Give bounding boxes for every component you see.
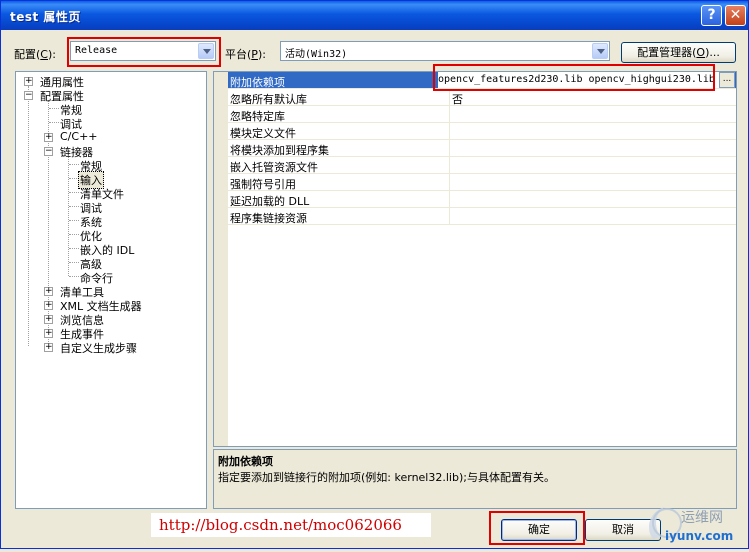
property-value[interactable]: 否 [452, 91, 463, 107]
tree-item-custom-build[interactable]: 自定义生成步骤 [60, 340, 137, 356]
tree-line [69, 276, 79, 277]
property-name: 附加依赖项 [230, 76, 285, 89]
tree-line [69, 192, 79, 193]
description-text: 指定要添加到链接行的附加项(例如: kernel32.lib);与具体配置有关。 [218, 471, 555, 484]
logo-text-cn: 运维网 [681, 510, 723, 526]
logo-text-domain: iyunv.com [665, 529, 734, 543]
expand-plus-icon[interactable]: + [44, 287, 53, 296]
tree-line [69, 262, 79, 263]
collapse-minus-icon[interactable]: − [24, 91, 33, 100]
tree-line [28, 86, 29, 346]
property-name: 强制符号引用 [230, 178, 296, 191]
platform-label: 平台(P): [225, 48, 266, 61]
tree-line [68, 156, 69, 276]
grid-row[interactable]: 忽略特定库 [228, 106, 736, 123]
property-name: 模块定义文件 [230, 127, 296, 140]
grid-row[interactable]: 程序集链接资源 [228, 208, 736, 225]
config-label: 配置(C): [14, 48, 56, 61]
expand-plus-icon[interactable]: + [44, 301, 53, 310]
chevron-down-icon[interactable] [198, 43, 214, 59]
property-name: 忽略特定库 [230, 110, 285, 123]
grid-row[interactable]: 模块定义文件 [228, 123, 736, 140]
window-title: test 属性页 [10, 10, 81, 24]
tree-line [49, 108, 59, 109]
grid-gutter [214, 72, 228, 446]
help-button[interactable]: ? [701, 5, 722, 26]
additional-dependencies-input[interactable]: opencv_features2d230.lib opencv_highgui2… [438, 72, 719, 88]
title-bar[interactable]: test 属性页 ? ✕ [1, 1, 748, 30]
platform-value: 活动(Win32) [285, 49, 348, 60]
grid-row[interactable]: 强制符号引用 [228, 174, 736, 191]
close-button[interactable]: ✕ [725, 5, 746, 26]
property-name: 忽略所有默认库 [230, 93, 307, 106]
tree-line [69, 206, 79, 207]
config-manager-button[interactable]: 配置管理器(O)... [621, 42, 736, 63]
grid-row[interactable]: 延迟加载的 DLL [228, 191, 736, 208]
grid-row[interactable]: 将模块添加到程序集 [228, 140, 736, 157]
tree-line [69, 164, 79, 165]
tree-line [49, 122, 59, 123]
config-combobox[interactable]: Release [70, 41, 216, 61]
property-pages-dialog: test 属性页 ? ✕ 配置(C): Release 平台(P): 活动(Wi… [0, 0, 749, 549]
ok-button[interactable]: 确定 [501, 519, 577, 541]
tree-line [69, 220, 79, 221]
watermark-url: http://blog.csdn.net/moc062066 [151, 513, 431, 537]
tree-item-cpp[interactable]: C/C++ [60, 130, 98, 143]
ellipsis-button[interactable]: ... [719, 72, 735, 88]
grid-row[interactable]: 忽略所有默认库 否 [228, 89, 736, 106]
chevron-down-icon[interactable] [592, 43, 608, 59]
property-name: 程序集链接资源 [230, 212, 307, 225]
config-value: Release [75, 45, 118, 56]
property-tree[interactable]: + 通用属性 − 配置属性 常规 调试 + C/C++ − 链接器 常规 输入 … [15, 71, 207, 509]
expand-plus-icon[interactable]: + [44, 133, 53, 142]
expand-plus-icon[interactable]: + [44, 343, 53, 352]
property-name: 将模块添加到程序集 [230, 144, 329, 157]
tree-line [69, 248, 79, 249]
grid-row[interactable]: 嵌入托管资源文件 [228, 157, 736, 174]
platform-combobox[interactable]: 活动(Win32) [280, 41, 610, 61]
expand-plus-icon[interactable]: + [44, 329, 53, 338]
property-grid[interactable]: 附加依赖项 忽略所有默认库 否 忽略特定库 模块定义文件 将模块添加到程序集 嵌… [213, 71, 737, 447]
description-title: 附加依赖项 [218, 455, 273, 468]
site-logo: 运维网 iyunv.com [641, 499, 749, 549]
expand-plus-icon[interactable]: + [44, 315, 53, 324]
tree-line [69, 234, 79, 235]
collapse-minus-icon[interactable]: − [44, 147, 53, 156]
property-name: 嵌入托管资源文件 [230, 161, 318, 174]
property-name: 延迟加载的 DLL [230, 195, 310, 208]
expand-plus-icon[interactable]: + [24, 77, 33, 86]
